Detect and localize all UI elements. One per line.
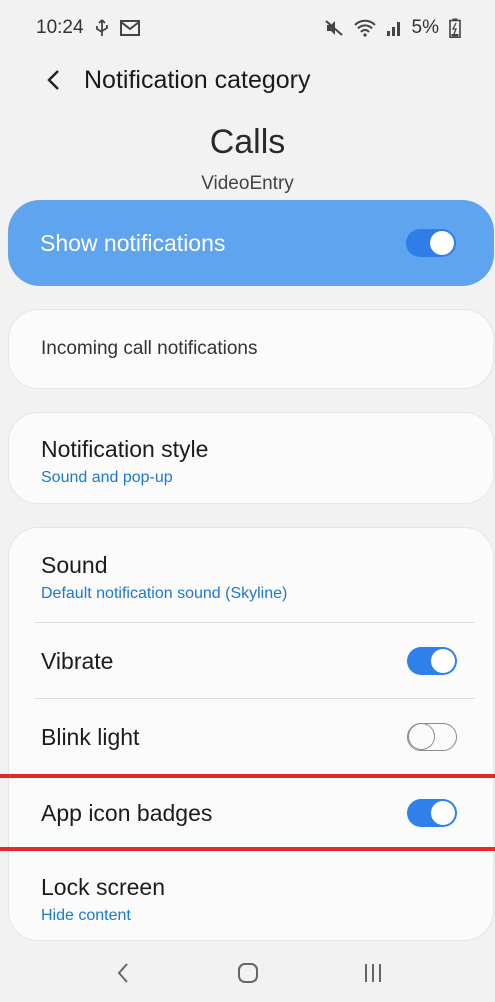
battery-percent: 5%	[411, 17, 439, 38]
usb-icon	[94, 19, 110, 37]
status-time: 10:24	[36, 17, 84, 38]
status-right: 5%	[324, 17, 461, 39]
channel-name: Calls	[0, 113, 495, 157]
app-bar: Notification category	[0, 56, 495, 104]
blink-light-toggle[interactable]	[407, 722, 457, 751]
channel-description-card: Incoming call notifications	[8, 309, 494, 389]
highlight-line-top	[0, 774, 495, 778]
nav-back-button[interactable]	[93, 948, 153, 998]
channel-name-text: Calls	[209, 123, 286, 157]
gmail-icon	[119, 20, 140, 36]
app-icon-badges-toggle[interactable]	[407, 799, 457, 827]
navigation-bar	[0, 944, 495, 1002]
nav-back-icon	[117, 963, 128, 983]
mute-icon	[324, 19, 344, 37]
notification-style-value: Sound and pop-up	[41, 469, 173, 486]
lock-screen-row[interactable]: Lock screen Hide content	[9, 874, 493, 934]
nav-home-icon	[237, 963, 258, 983]
blink-light-row[interactable]: Blink light	[9, 699, 493, 775]
sound-value: Default notification sound (Skyline)	[41, 585, 288, 602]
highlight-line-bottom	[0, 847, 495, 851]
app-icon-badges-row[interactable]: App icon badges	[9, 776, 493, 850]
vibrate-row[interactable]: Vibrate	[9, 623, 493, 699]
notification-style-title: Notification style	[41, 436, 209, 462]
lock-screen-value: Hide content	[41, 907, 131, 924]
sound-row[interactable]: Sound Default notification sound (Skylin…	[9, 552, 493, 622]
page-title: Notification category	[84, 65, 311, 94]
app-name: VideoEntry	[201, 173, 294, 194]
battery-icon	[449, 18, 461, 38]
status-left: 10:24	[36, 17, 140, 39]
sound-title: Sound	[41, 552, 108, 578]
nav-home-button[interactable]	[218, 948, 278, 998]
vibrate-title: Vibrate	[41, 647, 114, 674]
lock-screen-title: Lock screen	[41, 874, 166, 900]
show-notifications-toggle[interactable]	[406, 229, 456, 257]
show-notifications-label: Show notifications	[40, 229, 226, 256]
settings-card: Sound Default notification sound (Skylin…	[8, 527, 494, 941]
back-arrow-icon	[47, 70, 59, 90]
signal-icon	[386, 19, 402, 37]
channel-description: Incoming call notifications	[41, 338, 258, 359]
status-bar: 10:24 5%	[0, 0, 495, 56]
app-icon-badges-title: App icon badges	[41, 799, 213, 826]
nav-recents-button[interactable]	[343, 948, 403, 998]
vibrate-toggle[interactable]	[407, 647, 457, 675]
notification-style-row[interactable]: Notification style Sound and pop-up	[8, 412, 494, 504]
back-button[interactable]	[30, 57, 76, 103]
wifi-icon	[353, 19, 376, 37]
blink-light-title: Blink light	[41, 723, 140, 750]
show-notifications-row[interactable]: Show notifications	[8, 200, 494, 286]
nav-recents-icon	[364, 964, 381, 982]
